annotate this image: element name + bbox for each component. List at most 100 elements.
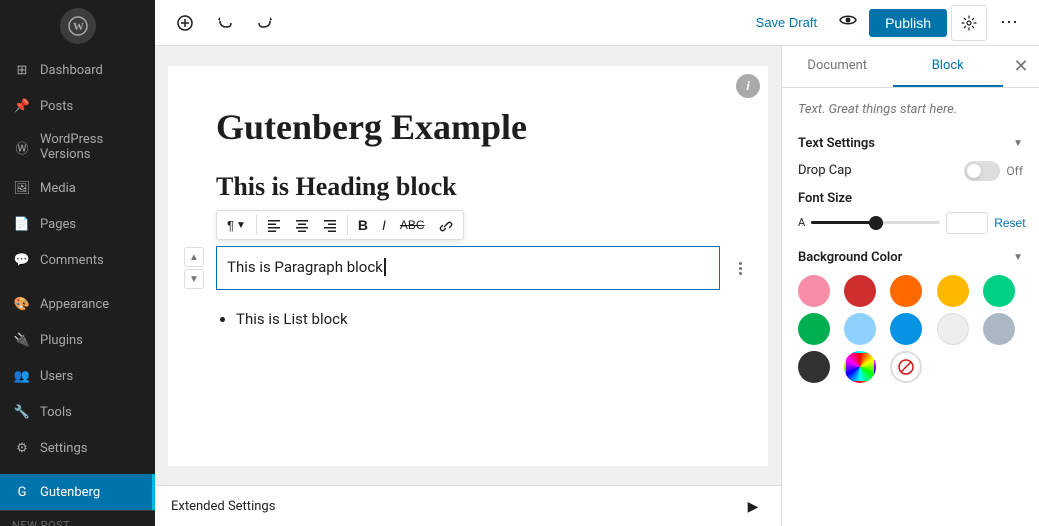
reset-font-size-button[interactable]: Reset — [994, 216, 1025, 230]
sidebar-item-users[interactable]: 👥 Users — [0, 358, 155, 394]
color-swatch-pink[interactable] — [798, 275, 830, 307]
block-options-button[interactable] — [728, 256, 752, 280]
toggle-thumb — [967, 164, 981, 178]
color-swatch-red[interactable] — [844, 275, 876, 307]
sidebar-item-label: Plugins — [40, 333, 83, 348]
block-navigation: ▲ ▼ — [184, 247, 204, 289]
svg-text:W: W — [73, 21, 84, 33]
users-icon: 👥 — [12, 366, 32, 386]
sidebar-item-settings[interactable]: ⚙ Settings — [0, 430, 155, 466]
sidebar-item-tools[interactable]: 🔧 Tools — [0, 394, 155, 430]
bg-color-section: Background Color ▼ — [798, 250, 1023, 383]
align-left-button[interactable] — [261, 214, 287, 236]
bg-color-header: Background Color ▼ — [798, 250, 1023, 265]
link-button[interactable] — [433, 214, 459, 236]
color-swatch-blue[interactable] — [890, 313, 922, 345]
new-post-label: New Post — [0, 511, 155, 526]
drop-cap-label: Drop Cap — [798, 163, 852, 178]
color-swatch-orange[interactable] — [890, 275, 922, 307]
drop-cap-toggle[interactable] — [964, 161, 1000, 181]
sidebar-item-media[interactable]: 🖼 Media — [0, 170, 155, 206]
tab-document[interactable]: Document — [782, 46, 893, 87]
color-swatch-yellow[interactable] — [937, 275, 969, 307]
extended-settings-bar: Extended Settings ▶ — [155, 485, 781, 526]
post-title[interactable]: Gutenberg Example — [216, 106, 720, 148]
bg-color-chevron[interactable]: ▼ — [1013, 252, 1023, 263]
sidebar-item-label: Media — [40, 181, 76, 196]
block-description: Text. Great things start here. — [798, 100, 1023, 120]
sidebar-item-label: Appearance — [40, 297, 109, 312]
info-icon[interactable]: i — [736, 74, 760, 98]
color-swatch-mint[interactable] — [983, 275, 1015, 307]
settings-button[interactable] — [951, 5, 987, 41]
font-size-slider[interactable] — [811, 221, 940, 224]
color-swatch-dark[interactable] — [798, 351, 830, 383]
publish-button[interactable]: Publish — [869, 9, 947, 37]
comments-icon: 💬 — [12, 250, 32, 270]
sidebar-item-label: Posts — [40, 99, 73, 114]
align-right-button[interactable] — [317, 214, 343, 236]
block-up-button[interactable]: ▲ — [184, 247, 204, 267]
sidebar-item-label: Comments — [40, 253, 104, 268]
sidebar-item-label: Settings — [40, 441, 87, 456]
drop-cap-state: Off — [1006, 164, 1023, 178]
list-block[interactable]: This is List block — [216, 306, 720, 333]
sidebar-item-appearance[interactable]: 🎨 Appearance — [0, 286, 155, 322]
sidebar-bottom: New Post Demo Feedback — [0, 510, 155, 526]
italic-button[interactable]: I — [376, 213, 392, 237]
editor-canvas[interactable]: i Gutenberg Example This is Heading bloc… — [155, 46, 781, 526]
bg-color-title: Background Color — [798, 250, 902, 265]
color-swatch-gradient[interactable] — [844, 351, 876, 383]
font-size-row: A Reset — [798, 212, 1023, 234]
sidebar-item-comments[interactable]: 💬 Comments — [0, 242, 155, 278]
redo-button[interactable] — [247, 5, 283, 41]
text-settings-title: Text Settings — [798, 136, 875, 151]
panel-close-button[interactable]: ✕ — [1003, 49, 1039, 85]
align-center-button[interactable] — [289, 214, 315, 236]
extended-settings-label: Extended Settings — [171, 499, 275, 514]
sidebar-item-dashboard[interactable]: ⊞ Dashboard — [0, 52, 155, 88]
paragraph-type-button[interactable]: ¶ ▼ — [221, 214, 252, 237]
add-block-button[interactable] — [167, 5, 203, 41]
sidebar-item-gutenberg[interactable]: G Gutenberg — [0, 474, 155, 510]
sidebar-item-pages[interactable]: 📄 Pages — [0, 206, 155, 242]
color-swatch-green[interactable] — [798, 313, 830, 345]
sidebar-item-wordpress-versions[interactable]: Ⓦ WordPress Versions — [0, 124, 155, 170]
tab-block[interactable]: Block — [893, 46, 1004, 87]
paragraph-block[interactable]: This is Paragraph block​ — [216, 246, 720, 290]
color-swatch-no-color[interactable] — [890, 351, 922, 383]
tools-icon: 🔧 — [12, 402, 32, 422]
editor-area: i Gutenberg Example This is Heading bloc… — [155, 46, 1039, 526]
sidebar-item-plugins[interactable]: 🔌 Plugins — [0, 322, 155, 358]
color-swatch-light-blue[interactable] — [844, 313, 876, 345]
dot — [739, 267, 742, 270]
paragraph-block-container: ▲ ▼ This is Paragraph block​ — [216, 246, 720, 290]
color-swatch-light-gray[interactable] — [937, 313, 969, 345]
preview-button[interactable] — [831, 5, 865, 40]
dashboard-icon: ⊞ — [12, 60, 32, 80]
extended-settings-toggle[interactable]: ▶ — [741, 494, 765, 518]
sidebar-item-label: Gutenberg — [40, 485, 100, 500]
drop-cap-row: Drop Cap Off — [798, 161, 1023, 181]
save-draft-button[interactable]: Save Draft — [746, 9, 827, 36]
strikethrough-button[interactable]: ABC — [394, 214, 431, 236]
sidebar-item-posts[interactable]: 📌 Posts — [0, 88, 155, 124]
block-down-button[interactable]: ▼ — [184, 269, 204, 289]
settings-icon: ⚙ — [12, 438, 32, 458]
font-size-input[interactable] — [946, 212, 988, 234]
bold-button[interactable]: B — [352, 213, 374, 237]
wp-icon: Ⓦ — [12, 137, 32, 157]
more-options-button[interactable]: ⋯ — [991, 5, 1027, 41]
color-swatch-gray[interactable] — [983, 313, 1015, 345]
text-settings-header: Text Settings ▼ — [798, 136, 1023, 151]
text-settings-section: Text Settings ▼ Drop Cap Off — [798, 136, 1023, 234]
font-size-header: Font Size — [798, 191, 1023, 206]
undo-button[interactable] — [207, 5, 243, 41]
heading-block[interactable]: This is Heading block — [216, 172, 720, 202]
sidebar-item-label: WordPress Versions — [40, 132, 143, 162]
text-settings-chevron[interactable]: ▼ — [1013, 138, 1023, 149]
font-size-small-a: A — [798, 216, 805, 229]
color-swatches — [798, 275, 1023, 383]
appearance-icon: 🎨 — [12, 294, 32, 314]
paragraph-text: This is Paragraph block — [227, 258, 383, 276]
